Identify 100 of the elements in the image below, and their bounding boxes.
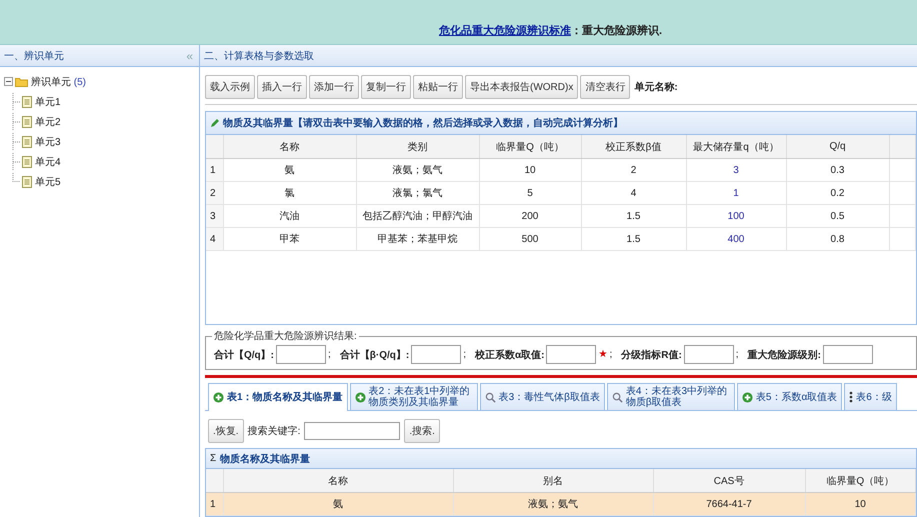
column-header: 校正系数β值 <box>581 135 686 158</box>
toolbar-button[interactable]: 清空表行 <box>580 75 630 99</box>
magnifier-icon <box>612 392 623 402</box>
separator-text: ; <box>736 349 739 360</box>
tree-connector-icon <box>12 173 20 182</box>
folder-icon <box>15 76 28 87</box>
tree-connector-icon <box>12 153 20 170</box>
table-cell: 5 <box>479 182 581 204</box>
column-header: 名称 <box>223 469 453 492</box>
separator-text: ; <box>609 349 612 360</box>
column-header: 类别 <box>356 135 479 158</box>
table-cell: 200 <box>479 204 581 228</box>
table-cell: 0.2 <box>786 182 889 204</box>
column-header: 临界量Q（吨） <box>805 469 916 492</box>
pencil-icon <box>210 118 220 128</box>
panel-title: 二、计算表格与参数选取 <box>204 50 314 62</box>
tree-item[interactable]: 单元1 <box>34 94 62 110</box>
column-header: 临界量Q（吨） <box>479 135 581 158</box>
row-number: 1 <box>206 158 223 182</box>
required-star-icon: ★ <box>598 349 608 360</box>
column-header: 名称 <box>223 135 356 158</box>
input-field[interactable] <box>684 345 734 364</box>
unit-name-label: 单元名称: <box>634 80 678 94</box>
field-label: 重大危险源级别: <box>748 348 821 362</box>
table-cell: 甲基苯；苯基甲烷 <box>356 228 479 250</box>
column-header: CAS号 <box>653 469 805 492</box>
separator-text: ; <box>463 349 466 360</box>
group-legend: 危险化学品重大危险源辨识结果: <box>212 329 359 343</box>
tab[interactable]: 表6：级 <box>844 383 897 410</box>
field-label: 合计【Q/q】: <box>214 348 274 362</box>
standard-link[interactable]: 危化品重大危险源辨识标准 <box>438 23 571 38</box>
row-number: 3 <box>206 204 223 228</box>
field-label: 分级指标R值: <box>621 348 682 362</box>
column-header: Q/q <box>786 135 889 158</box>
table-cell: 包括乙醇汽油；甲醇汽油 <box>356 204 479 228</box>
toolbar-button[interactable]: 添加一行 <box>309 75 359 99</box>
toolbar-button[interactable]: 载入示例 <box>205 75 255 99</box>
input-field[interactable] <box>276 345 326 364</box>
tab[interactable]: 表1：物质名称及其临界量 <box>208 383 348 411</box>
reset-button[interactable]: .恢复. <box>208 419 244 443</box>
separator-text: ; <box>328 349 331 360</box>
document-icon <box>22 116 32 128</box>
magnifier-icon <box>484 392 496 402</box>
search-field[interactable] <box>304 422 400 440</box>
toolbar-button[interactable]: 导出本表报告(WORD)x <box>465 75 578 99</box>
search-label: 搜索关键字: <box>248 424 300 438</box>
toolbar-button[interactable]: 插入一行 <box>257 75 307 99</box>
table-cell: 4 <box>581 182 686 204</box>
table-cell: 0.8 <box>786 228 889 250</box>
toolbar-button[interactable]: 复制一行 <box>361 75 411 99</box>
table-cell: 氨 <box>223 158 356 182</box>
table-cell: 2 <box>581 158 686 182</box>
tab[interactable]: 表2：未在表1中列举的物质类别及其临界量 <box>350 383 478 410</box>
table-title: 物质名称及其临界量 <box>220 452 310 466</box>
tree-item[interactable]: 单元3 <box>34 134 62 150</box>
table-cell: 甲苯 <box>223 228 356 250</box>
search-button[interactable]: .搜索. <box>404 419 440 443</box>
table-cell: 液氨；氨气 <box>453 492 653 516</box>
table-cell: 氨 <box>223 492 453 516</box>
plus-circle-icon <box>354 392 366 402</box>
tab[interactable]: 表3：毒性气体β取值表 <box>480 383 605 410</box>
panel-title: 一、辨识单元 <box>4 50 64 62</box>
grid-title: 物质及其临界量【请双击表中要输入数据的格，然后选择或录入数据，自动完成计算分析】 <box>223 116 623 130</box>
field-label: 校正系数α取值: <box>475 348 544 362</box>
tree-connector-icon <box>12 133 20 150</box>
table-cell: 1.5 <box>581 228 686 250</box>
tree-item[interactable]: 单元4 <box>34 154 62 170</box>
tab[interactable]: 表5：系数α取值表 <box>736 383 842 410</box>
collapse-toggle-icon[interactable] <box>4 77 13 86</box>
tree-item[interactable]: 辨识单元 (5) <box>30 74 88 90</box>
table-cell: 10 <box>805 492 916 516</box>
input-field[interactable] <box>822 345 873 364</box>
table-cell: 0.3 <box>786 158 889 182</box>
column-header: 别名 <box>453 469 653 492</box>
tree-item[interactable]: 单元2 <box>34 114 62 130</box>
document-icon <box>22 136 32 148</box>
table-cell: 10 <box>479 158 581 182</box>
plus-circle-icon <box>213 392 224 403</box>
vertical-dots-icon <box>849 391 854 403</box>
table-cell: 3 <box>686 158 786 182</box>
table-cell: 7664-41-7 <box>653 492 805 516</box>
toolbar-button[interactable]: 粘贴一行 <box>413 75 463 99</box>
table-cell: 0.5 <box>786 204 889 228</box>
input-field[interactable] <box>411 345 462 364</box>
tree-item[interactable]: 单元5 <box>34 174 62 190</box>
document-icon <box>22 176 32 188</box>
table-cell: 500 <box>479 228 581 250</box>
table-cell: 液氯；氯气 <box>356 182 479 204</box>
input-field[interactable] <box>546 345 596 364</box>
header-text: ：重大危险源辨识. <box>570 24 662 38</box>
table-cell: 氯 <box>223 182 356 204</box>
row-number: 4 <box>206 228 223 250</box>
sigma-icon: Σ <box>210 453 216 464</box>
field-label: 合计【β·Q/q】: <box>340 348 410 362</box>
table-cell: 1.5 <box>581 204 686 228</box>
tree-connector-icon <box>12 93 20 110</box>
table-cell: 400 <box>686 228 786 250</box>
tab[interactable]: 表4：未在表3中列举的物质β取值表 <box>606 383 735 410</box>
plus-circle-icon <box>742 392 753 402</box>
tree-connector-icon <box>12 113 20 130</box>
